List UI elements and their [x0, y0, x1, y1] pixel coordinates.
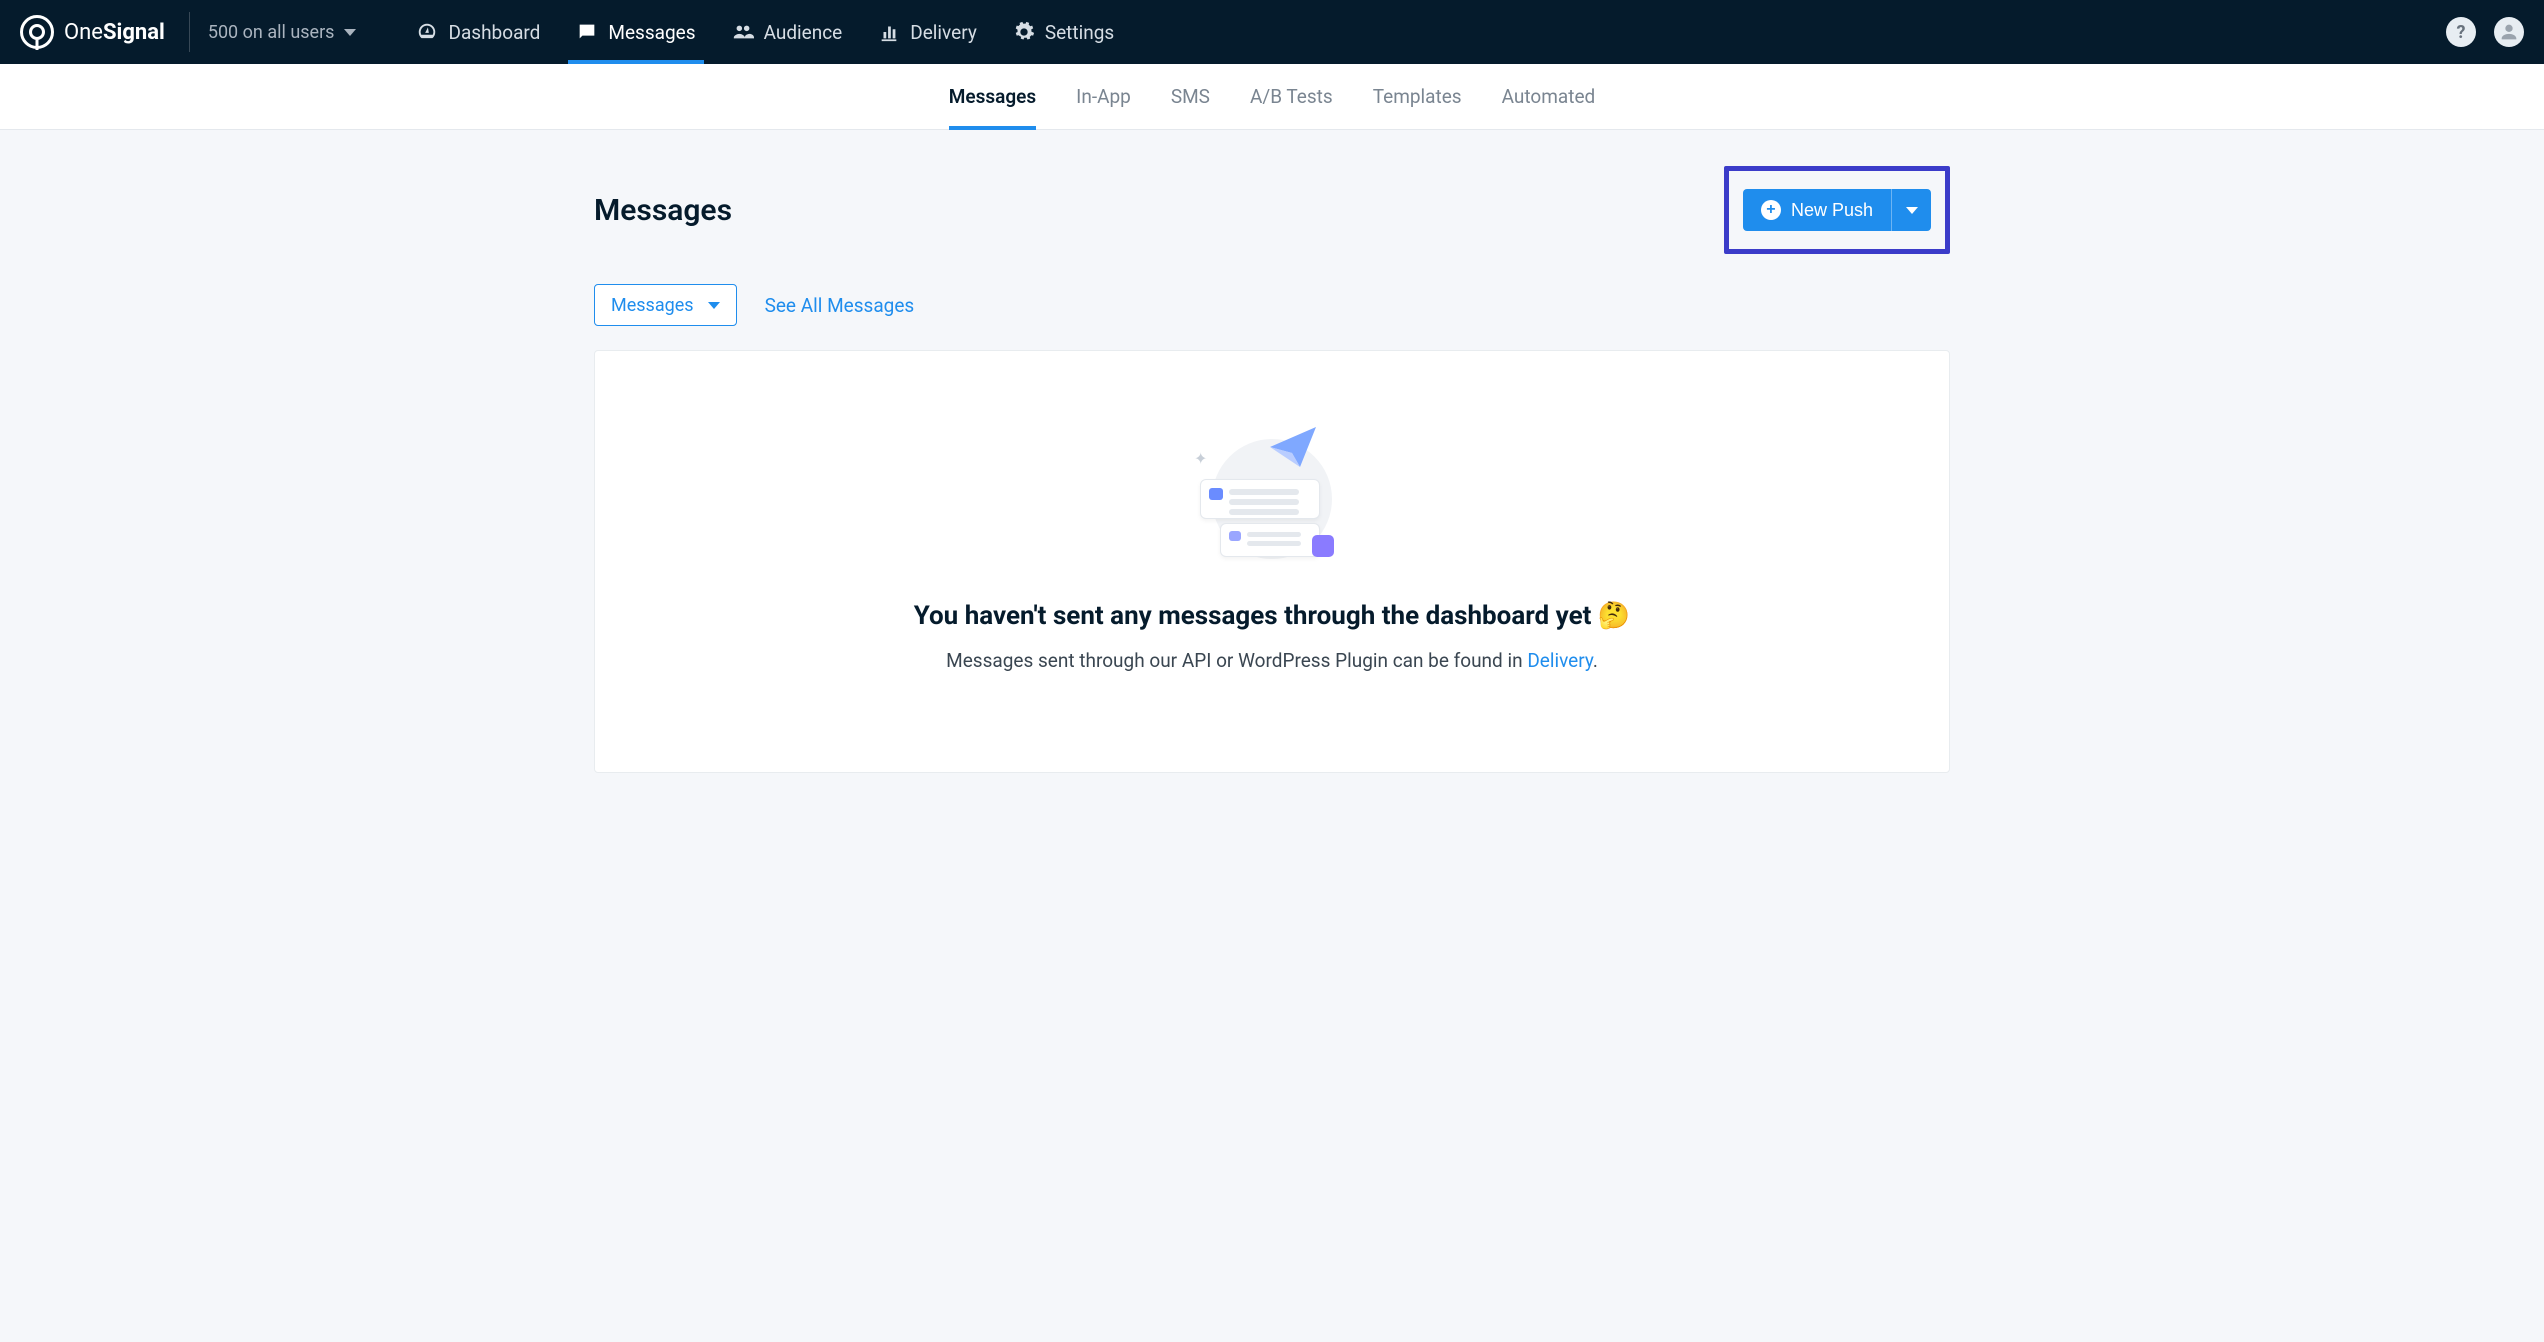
- nav-delivery[interactable]: Delivery: [878, 0, 977, 64]
- avatar[interactable]: [2494, 17, 2524, 47]
- empty-sub-after: .: [1593, 649, 1598, 672]
- chevron-down-icon: [1906, 207, 1918, 214]
- tab-in-app-label: In-App: [1076, 85, 1131, 108]
- help-icon[interactable]: ?: [2446, 17, 2476, 47]
- highlight-annotation: + New Push: [1724, 166, 1950, 254]
- paper-plane-icon: [1270, 427, 1316, 467]
- nav-settings[interactable]: Settings: [1013, 0, 1114, 64]
- page-header: Messages + New Push: [594, 166, 1950, 254]
- nav-messages[interactable]: Messages: [576, 0, 695, 64]
- nav-dashboard-label: Dashboard: [448, 21, 540, 44]
- users-icon: [732, 21, 754, 43]
- empty-state-illustration: ✦: [1192, 431, 1352, 571]
- tab-in-app[interactable]: In-App: [1076, 64, 1131, 130]
- page-title: Messages: [594, 193, 732, 228]
- app-switcher[interactable]: 500 on all users: [208, 22, 357, 43]
- nav-dashboard[interactable]: Dashboard: [416, 0, 540, 64]
- empty-state-title: You haven't sent any messages through th…: [635, 601, 1909, 631]
- bar-chart-icon: [878, 21, 900, 43]
- tab-messages-label: Messages: [949, 85, 1036, 108]
- divider: [189, 12, 190, 52]
- plus-circle-icon: +: [1761, 200, 1781, 220]
- top-nav: OneSignal 500 on all users Dashboard Mes…: [0, 0, 2544, 64]
- new-push-dropdown-button[interactable]: [1891, 189, 1931, 231]
- empty-sub-before: Messages sent through our API or WordPre…: [946, 649, 1527, 672]
- page-content: Messages + New Push Messages See All Mes…: [562, 130, 1982, 809]
- gauge-icon: [416, 21, 438, 43]
- new-push-button-group: + New Push: [1743, 189, 1931, 231]
- nav-audience[interactable]: Audience: [732, 0, 843, 64]
- tab-ab-tests-label: A/B Tests: [1250, 85, 1333, 108]
- brand-name: OneSignal: [64, 20, 165, 45]
- nav-messages-label: Messages: [608, 21, 695, 44]
- brand-name-bold: Signal: [103, 20, 165, 45]
- app-switcher-label: 500 on all users: [208, 22, 335, 43]
- chevron-down-icon: [344, 29, 356, 36]
- primary-nav: Dashboard Messages Audience Delivery Set…: [416, 0, 2446, 64]
- new-push-button[interactable]: + New Push: [1743, 189, 1891, 231]
- brand[interactable]: OneSignal: [20, 15, 185, 49]
- nav-audience-label: Audience: [764, 21, 843, 44]
- gear-icon: [1013, 21, 1035, 43]
- top-nav-right: ?: [2446, 17, 2524, 47]
- message-type-filter[interactable]: Messages: [594, 284, 737, 326]
- tab-messages[interactable]: Messages: [949, 64, 1036, 130]
- sub-nav: Messages In-App SMS A/B Tests Templates …: [0, 64, 2544, 130]
- onesignal-logo-icon: [20, 15, 54, 49]
- brand-name-light: One: [64, 20, 103, 45]
- nav-settings-label: Settings: [1045, 21, 1114, 44]
- new-push-label: New Push: [1791, 200, 1873, 221]
- tab-templates[interactable]: Templates: [1373, 64, 1462, 130]
- tab-sms[interactable]: SMS: [1171, 64, 1210, 130]
- empty-state-subtitle: Messages sent through our API or WordPre…: [635, 649, 1909, 672]
- tab-templates-label: Templates: [1373, 85, 1462, 108]
- tab-automated[interactable]: Automated: [1502, 64, 1596, 130]
- chat-icon: [576, 21, 598, 43]
- nav-delivery-label: Delivery: [910, 21, 977, 44]
- tab-ab-tests[interactable]: A/B Tests: [1250, 64, 1333, 130]
- tab-automated-label: Automated: [1502, 85, 1596, 108]
- delivery-link[interactable]: Delivery: [1527, 649, 1593, 672]
- see-all-messages-link[interactable]: See All Messages: [765, 294, 915, 317]
- filter-label: Messages: [611, 295, 694, 316]
- tab-sms-label: SMS: [1171, 85, 1210, 108]
- filters-row: Messages See All Messages: [594, 284, 1950, 326]
- empty-state-card: ✦ You haven't sent any messages through …: [594, 350, 1950, 773]
- chevron-down-icon: [708, 302, 720, 309]
